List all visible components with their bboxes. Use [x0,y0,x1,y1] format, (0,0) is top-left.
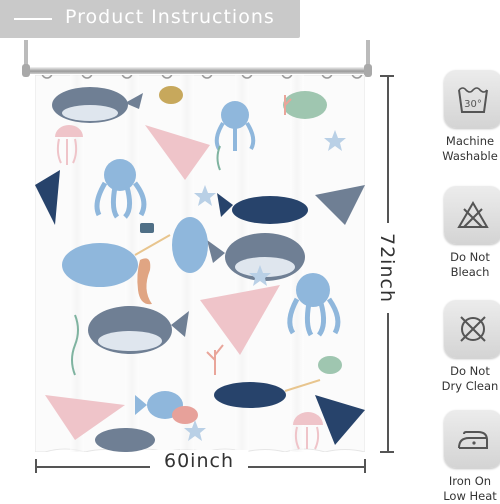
care-machine-washable: 30° Machine Washable [435,70,500,164]
care-label: Iron On Low Heat [443,474,497,503]
care-label: Machine Washable [442,134,498,163]
do-not-bleach-icon [444,186,500,244]
wash-temp: 30° [464,99,482,110]
banner-divider [14,18,52,20]
machine-wash-30-icon: 30° [444,70,500,128]
care-do-not-bleach: Do Not Bleach [435,186,500,280]
rod-cap-left [22,64,30,77]
iron-low-heat-icon [444,410,500,468]
care-iron-low-heat: Iron On Low Heat [435,410,500,504]
do-not-dry-clean-icon [444,300,500,358]
care-label: Do Not Dry Clean [441,364,499,393]
shower-curtain [35,75,365,452]
care-label: Do Not Bleach [450,250,490,279]
height-label: 72inch [372,223,398,313]
header-banner: Product Instructions [0,0,300,38]
width-label: 60inch [150,450,248,472]
care-do-not-dry-clean: Do Not Dry Clean [435,300,500,394]
page-title: Product Instructions [65,6,275,28]
rod-cap-right [364,64,372,77]
curtain-rod [26,67,370,74]
